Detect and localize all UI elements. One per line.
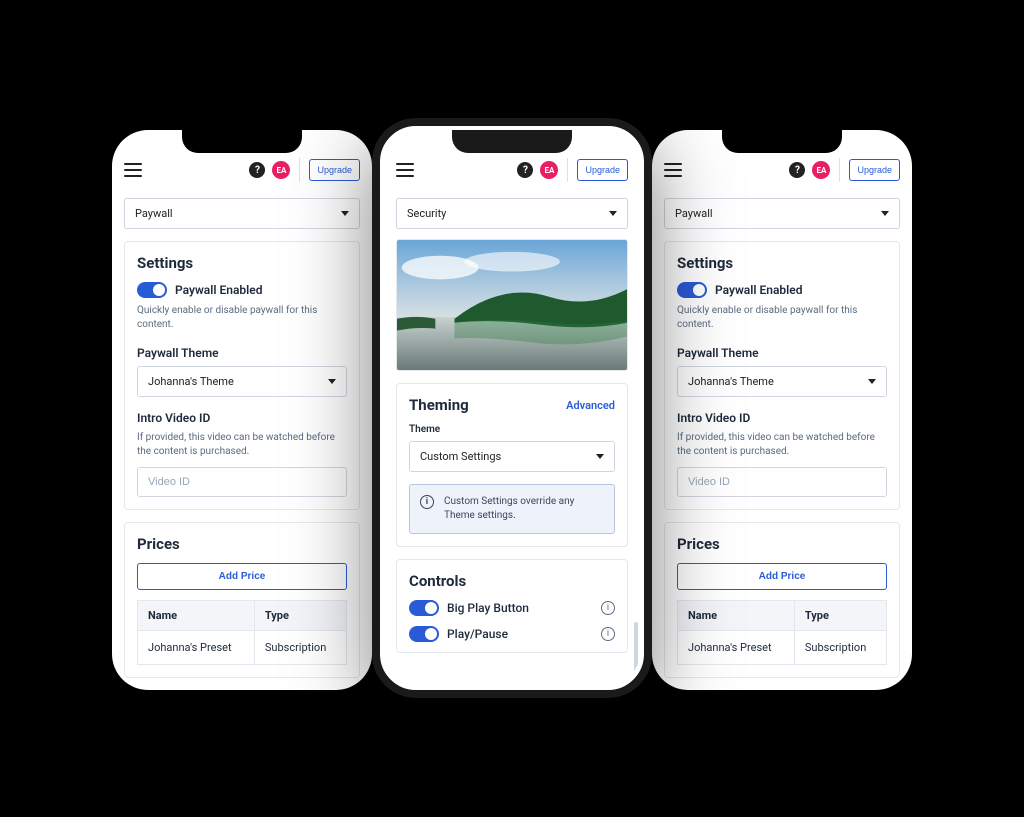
section-picker-security[interactable]: Security	[396, 198, 628, 229]
theme-select[interactable]: Custom Settings	[409, 441, 615, 472]
paywall-theme-select[interactable]: Johanna's Theme	[137, 366, 347, 397]
avatar[interactable]: EA	[812, 161, 830, 179]
table-row[interactable]: Johanna's Preset Subscription	[678, 631, 887, 665]
prices-title: Prices	[137, 535, 347, 553]
help-icon[interactable]: ?	[789, 162, 805, 178]
preview-image	[396, 239, 628, 371]
phone-right: ? EA Upgrade Paywall Settings Paywall En…	[652, 130, 912, 690]
info-icon[interactable]: i	[601, 601, 615, 615]
upgrade-button[interactable]: Upgrade	[849, 159, 900, 181]
paywall-enabled-help: Quickly enable or disable paywall for th…	[677, 304, 887, 332]
chevron-down-icon	[328, 379, 336, 384]
intro-video-label: Intro Video ID	[677, 411, 887, 425]
paywall-theme-select[interactable]: Johanna's Theme	[677, 366, 887, 397]
prices-col-type: Type	[254, 601, 346, 631]
controls-card: Controls Big Play Button i Play/Pause i	[396, 559, 628, 653]
chevron-down-icon	[341, 211, 349, 216]
phone-notch	[182, 129, 302, 153]
paywall-enabled-help: Quickly enable or disable paywall for th…	[137, 304, 347, 332]
settings-title: Settings	[137, 254, 347, 272]
price-type: Subscription	[254, 631, 346, 665]
phone-left: ? EA Upgrade Paywall Settings Paywall En…	[112, 130, 372, 690]
chevron-down-icon	[609, 211, 617, 216]
prices-col-name: Name	[678, 601, 795, 631]
chevron-down-icon	[868, 379, 876, 384]
settings-card: Settings Paywall Enabled Quickly enable …	[664, 241, 900, 510]
prices-col-type: Type	[794, 601, 886, 631]
chevron-down-icon	[596, 454, 604, 459]
section-picker-label: Paywall	[675, 207, 713, 220]
divider	[567, 158, 568, 182]
theming-title: Theming	[409, 396, 469, 414]
prices-table: Name Type Johanna's Preset Subscription	[677, 600, 887, 665]
section-picker-paywall[interactable]: Paywall	[664, 198, 900, 229]
intro-video-help: If provided, this video can be watched b…	[137, 431, 347, 459]
divider	[839, 158, 840, 182]
phone-notch	[452, 130, 572, 153]
upgrade-button[interactable]: Upgrade	[309, 159, 360, 181]
hamburger-icon[interactable]	[124, 163, 142, 177]
theme-select-value: Custom Settings	[420, 450, 501, 463]
paywall-theme-label: Paywall Theme	[137, 346, 347, 360]
paywall-enabled-label: Paywall Enabled	[715, 283, 802, 297]
big-play-button-label: Big Play Button	[447, 601, 529, 615]
prices-col-name: Name	[138, 601, 255, 631]
big-play-button-toggle[interactable]	[409, 600, 439, 616]
theming-card: Theming Advanced Theme Custom Settings i…	[396, 383, 628, 547]
help-icon[interactable]: ?	[517, 162, 533, 178]
price-name: Johanna's Preset	[678, 631, 795, 665]
section-picker-label: Security	[407, 207, 446, 220]
hamburger-icon[interactable]	[396, 163, 414, 177]
prices-table: Name Type Johanna's Preset Subscription	[137, 600, 347, 665]
info-icon[interactable]: i	[601, 627, 615, 641]
phone-notch	[722, 129, 842, 153]
phone-center: ? EA Upgrade Security	[372, 118, 652, 698]
price-name: Johanna's Preset	[138, 631, 255, 665]
prices-card: Prices Add Price Name Type Johanna's Pre…	[664, 522, 900, 678]
price-type: Subscription	[794, 631, 886, 665]
avatar[interactable]: EA	[540, 161, 558, 179]
chevron-down-icon	[881, 211, 889, 216]
controls-title: Controls	[409, 572, 615, 590]
hamburger-icon[interactable]	[664, 163, 682, 177]
scrollbar[interactable]	[634, 622, 638, 678]
paywall-theme-label: Paywall Theme	[677, 346, 887, 360]
divider	[299, 158, 300, 182]
intro-video-input[interactable]	[677, 467, 887, 497]
help-icon[interactable]: ?	[249, 162, 265, 178]
section-picker-paywall[interactable]: Paywall	[124, 198, 360, 229]
advanced-link[interactable]: Advanced	[566, 399, 615, 412]
add-price-button[interactable]: Add Price	[677, 563, 887, 590]
info-banner-text: Custom Settings override any Theme setti…	[444, 495, 604, 523]
settings-title: Settings	[677, 254, 887, 272]
intro-video-help: If provided, this video can be watched b…	[677, 431, 887, 459]
paywall-theme-value: Johanna's Theme	[148, 375, 234, 388]
add-price-button[interactable]: Add Price	[137, 563, 347, 590]
play-pause-toggle[interactable]	[409, 626, 439, 642]
intro-video-input[interactable]	[137, 467, 347, 497]
section-picker-label: Paywall	[135, 207, 173, 220]
prices-card: Prices Add Price Name Type Johanna's Pre…	[124, 522, 360, 678]
prices-title: Prices	[677, 535, 887, 553]
paywall-enabled-toggle[interactable]	[137, 282, 167, 298]
info-icon: i	[420, 495, 434, 509]
paywall-enabled-label: Paywall Enabled	[175, 283, 262, 297]
paywall-theme-value: Johanna's Theme	[688, 375, 774, 388]
play-pause-label: Play/Pause	[447, 627, 508, 641]
avatar[interactable]: EA	[272, 161, 290, 179]
theme-field-label: Theme	[409, 424, 615, 435]
table-row[interactable]: Johanna's Preset Subscription	[138, 631, 347, 665]
settings-card: Settings Paywall Enabled Quickly enable …	[124, 241, 360, 510]
upgrade-button[interactable]: Upgrade	[577, 159, 628, 181]
paywall-enabled-toggle[interactable]	[677, 282, 707, 298]
info-banner: i Custom Settings override any Theme set…	[409, 484, 615, 534]
intro-video-label: Intro Video ID	[137, 411, 347, 425]
